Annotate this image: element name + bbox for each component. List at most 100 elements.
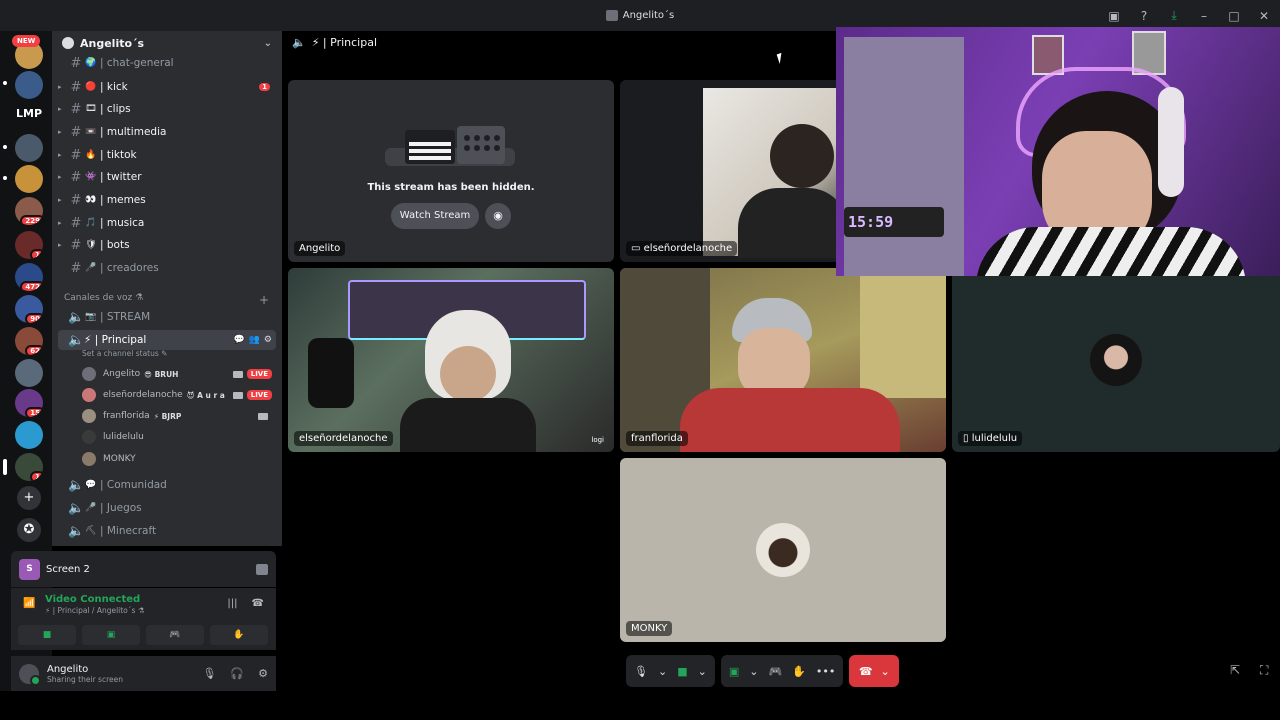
fullscreen-icon[interactable]: ⛶ (1260, 663, 1268, 678)
server-icon-8[interactable]: 90 (15, 295, 43, 323)
add-server-icon[interactable]: + (17, 486, 41, 510)
server-icon-4[interactable] (15, 165, 43, 193)
chevron-down-icon[interactable]: ⌄ (698, 665, 707, 678)
download-icon[interactable]: ⤓ (1166, 8, 1182, 23)
avatar[interactable] (19, 663, 41, 686)
avatar (756, 523, 810, 577)
window-title: Angelito´s (622, 10, 675, 21)
call-toolbar: 🎙 ⌄ ■ ⌄ ▣ ⌄ 🎮 ✋ ••• ☎ ⌄ (626, 655, 900, 687)
tile-fran-cam[interactable]: franflorida (620, 268, 946, 452)
tile-label: ▭ elseñordelanoche (626, 241, 738, 256)
server-icon-3[interactable] (15, 134, 43, 162)
add-channel-icon[interactable]: + (259, 293, 269, 307)
voice-user-angelito[interactable]: Angelito 😎 BRUH LIVE (82, 364, 272, 384)
server-icon-5[interactable]: 229 (15, 197, 43, 225)
channel-tiktok[interactable]: ▸ # 🔥 | tiktok (58, 145, 276, 165)
voice-user-elsenor[interactable]: elseñordelanoche 😈 A u r a LIVE (82, 385, 272, 405)
screen-name: Screen 2 (46, 563, 90, 575)
voice-user-luli[interactable]: lulidelulu (82, 427, 272, 447)
server-icon-6[interactable]: 1 (15, 231, 43, 259)
camera-icon (232, 370, 243, 378)
server-icon-11[interactable]: 15 (15, 389, 43, 417)
headphones-icon[interactable]: 🎧 (230, 667, 244, 680)
chevron-down-icon[interactable]: ⌄ (749, 665, 758, 678)
camera-icon[interactable]: ■ (677, 665, 687, 678)
share-screen-button[interactable]: ▣ (82, 625, 140, 645)
server-icon-10[interactable] (15, 359, 43, 387)
voice-channel-minecraft[interactable]: 🔈 ⛏ | Minecraft (58, 521, 276, 541)
channel-musica[interactable]: ▸ # 🎵 | musica (58, 213, 276, 233)
eye-icon[interactable]: ◉ (485, 203, 511, 229)
hang-up-icon: ☎ (858, 664, 873, 678)
speaker-icon: 🔈 (68, 332, 85, 348)
unread-badge: 1 (259, 83, 270, 91)
popout-icon[interactable]: ⇱ (1230, 663, 1240, 677)
tile-luli[interactable]: ▯ lulidelulu (952, 268, 1280, 452)
voice-user-monky[interactable]: MONKY (82, 449, 272, 469)
server-lmp[interactable]: LMP (16, 107, 42, 120)
microphone-icon[interactable]: 🎙 (634, 665, 648, 678)
server-icon-7[interactable]: 472 (15, 263, 43, 291)
tile-label: Angelito (294, 241, 346, 256)
discover-icon[interactable]: ✪ (17, 518, 41, 542)
microphone-icon[interactable]: 🎙 (202, 667, 216, 680)
camera-button[interactable]: ■ (18, 625, 76, 645)
server-icon-9[interactable]: 62 (15, 327, 43, 355)
channel-multimedia[interactable]: ▸ # 📼 | multimedia (58, 122, 276, 142)
server-header[interactable]: Angelito´s ⌄ (52, 31, 282, 55)
activities-icon[interactable]: 🎮 (768, 665, 782, 678)
channel-creadores[interactable]: # 🎤 | creadores (58, 258, 276, 278)
watch-stream-button[interactable]: Watch Stream (391, 203, 479, 229)
server-badge: 90 (25, 313, 43, 323)
channel-chat-general[interactable]: # 🌍 | chat-general (58, 53, 276, 73)
maximize-button[interactable]: □ (1226, 9, 1242, 23)
voice-channel-comunidad[interactable]: 🔈 💬 | Comunidad (58, 475, 276, 495)
mobile-icon: ▯ (963, 433, 969, 444)
chevron-down-icon[interactable]: ⌄ (658, 665, 667, 678)
close-button[interactable]: ✕ (1256, 9, 1272, 23)
stop-share-icon[interactable] (256, 563, 268, 575)
server-badge: 229 (20, 215, 43, 225)
activities-button[interactable]: 🎮 (146, 625, 204, 645)
channel-kick[interactable]: ▸ # 🔴 | kick 1 (58, 77, 276, 97)
gear-icon[interactable]: ⚙ (264, 335, 272, 345)
soundboard-button[interactable]: ✋ (210, 625, 268, 645)
signal-icon[interactable]: 📶 (23, 598, 35, 609)
soundboard-icon[interactable]: ✋ (792, 665, 806, 678)
screen-share-icon[interactable]: ▣ (1106, 9, 1122, 23)
server-icon-13[interactable]: 1 (15, 453, 43, 481)
channel-clips[interactable]: ▸ # 🎞 | clips (58, 99, 276, 119)
voice-channel-principal[interactable]: 🔈 ⚡ | Principal 💬 👥 ⚙ (58, 330, 276, 350)
share-group[interactable]: ▣ ⌄ 🎮 ✋ ••• (720, 655, 844, 687)
mic-group[interactable]: 🎙 ⌄ ■ ⌄ (626, 655, 715, 687)
chevron-down-icon[interactable]: ⌄ (264, 38, 272, 49)
tile-monky[interactable]: MONKY (620, 458, 946, 642)
minimize-button[interactable]: – (1196, 9, 1212, 23)
noise-suppression-icon[interactable]: ||| (227, 598, 237, 609)
avatar (82, 367, 96, 381)
desk-clock: 15:59 (848, 213, 894, 231)
user-name[interactable]: Angelito (47, 664, 123, 675)
share-screen-icon[interactable]: ▣ (729, 665, 739, 678)
add-member-icon[interactable]: 👥 (249, 335, 260, 345)
server-icon-2[interactable] (15, 71, 43, 99)
tile-angelito-stream[interactable]: This stream has been hidden. Watch Strea… (288, 80, 614, 262)
voice-channel-juegos[interactable]: 🔈 🎤 | Juegos (58, 498, 276, 518)
voice-channel-stream[interactable]: 🔈 📷 | STREAM (58, 307, 276, 327)
tile-elsenor-cam[interactable]: elseñordelanoche logi (288, 268, 614, 452)
server-icon-12[interactable] (15, 421, 43, 449)
gear-icon[interactable]: ⚙ (258, 667, 268, 680)
disconnect-button[interactable]: ☎ ⌄ (849, 655, 900, 687)
user-status: Sharing their screen (47, 674, 123, 684)
channel-twitter[interactable]: ▸ # 👾 | twitter (58, 167, 276, 187)
more-icon[interactable]: ••• (816, 665, 835, 678)
channel-memes[interactable]: ▸ # 👀 | memes (58, 190, 276, 210)
help-icon[interactable]: ? (1136, 9, 1152, 23)
chat-icon[interactable]: 💬 (233, 335, 244, 345)
voice-user-fran[interactable]: franflorida ⚡ BJRP (82, 406, 272, 426)
disconnect-icon[interactable]: ☎ (252, 598, 264, 609)
set-channel-status[interactable]: Set a channel status ✎ (82, 349, 167, 358)
server-badge: 1 (30, 471, 43, 481)
voice-category[interactable]: Canales de voz ⚗ + (64, 293, 269, 307)
channel-bots[interactable]: ▸ # 🛡 | bots (58, 235, 276, 255)
